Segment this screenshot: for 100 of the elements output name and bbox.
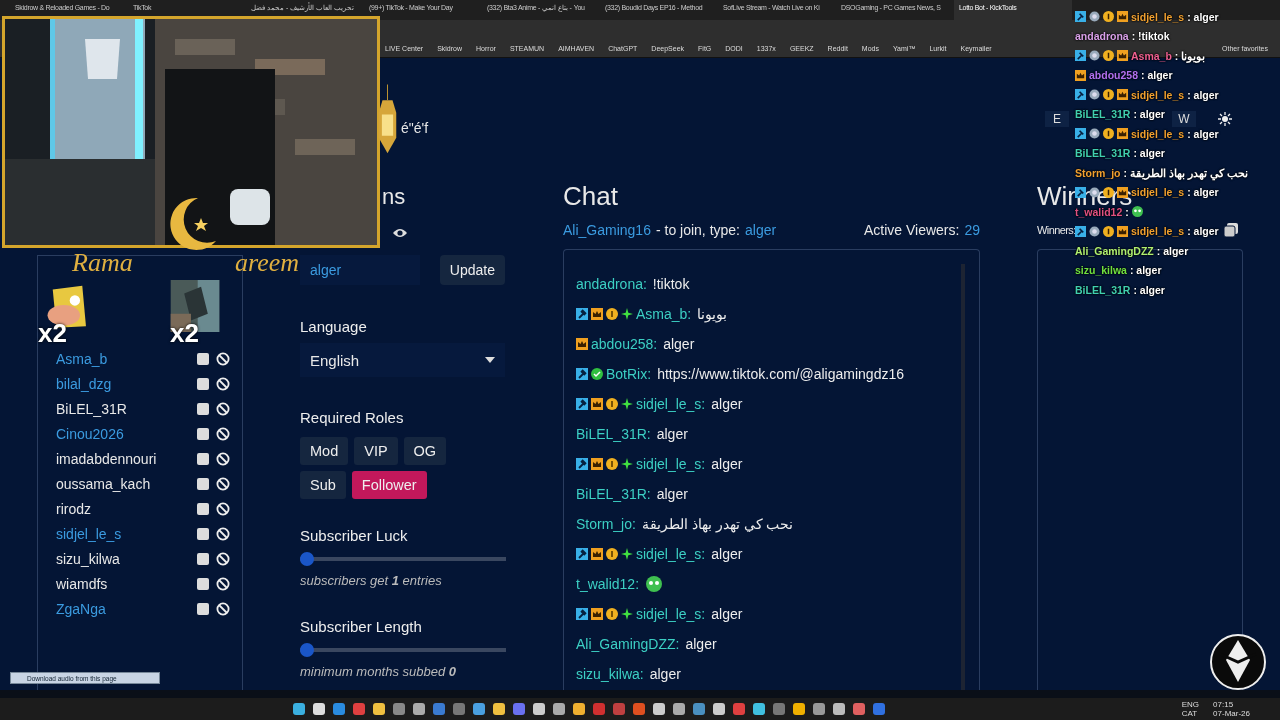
sparkle-icon bbox=[621, 548, 633, 560]
ban-icon[interactable] bbox=[216, 426, 230, 441]
crown-icon bbox=[1117, 128, 1128, 140]
language-select[interactable]: English bbox=[300, 343, 505, 377]
tool-button[interactable]: W bbox=[1172, 111, 1196, 127]
slider-thumb[interactable] bbox=[300, 643, 314, 657]
sun-icon[interactable] bbox=[1218, 112, 1232, 126]
eye-icon[interactable] bbox=[392, 227, 408, 239]
app-icon[interactable] bbox=[473, 703, 485, 715]
ban-icon[interactable] bbox=[216, 351, 230, 366]
crescent-icon bbox=[168, 196, 218, 251]
ban-icon[interactable] bbox=[216, 476, 230, 491]
chat-username: Ali_GamingDZZ: bbox=[576, 636, 680, 652]
remove-icon[interactable] bbox=[197, 377, 209, 390]
remove-icon[interactable] bbox=[197, 352, 209, 365]
app-icon[interactable] bbox=[813, 703, 825, 715]
app-icon[interactable] bbox=[853, 703, 865, 715]
role-toggle[interactable]: Sub bbox=[300, 471, 346, 499]
clock-time[interactable]: 07:15 bbox=[1213, 700, 1250, 709]
app-icon[interactable] bbox=[393, 703, 405, 715]
hammer-icon bbox=[1075, 11, 1086, 23]
clock-date[interactable]: 07-Mar-26 bbox=[1213, 709, 1250, 718]
app-icon[interactable] bbox=[693, 703, 705, 715]
layout-indicator[interactable]: CAT bbox=[1181, 709, 1200, 718]
entrant-name: ZgaNga bbox=[56, 600, 107, 617]
app-icon[interactable] bbox=[533, 703, 545, 715]
app-icon[interactable] bbox=[313, 703, 325, 715]
tool-button[interactable]: E bbox=[1045, 111, 1069, 127]
app-icon[interactable] bbox=[753, 703, 765, 715]
ban-icon[interactable] bbox=[216, 576, 230, 591]
sparkle-icon bbox=[621, 608, 633, 620]
copy-icon[interactable] bbox=[1223, 222, 1239, 238]
field-label: Required Roles bbox=[300, 409, 405, 428]
coin-icon bbox=[606, 308, 618, 320]
chat-message: : بويونا bbox=[1174, 49, 1206, 62]
update-button[interactable]: Update bbox=[439, 255, 505, 285]
crown-icon bbox=[591, 458, 603, 470]
role-toggle[interactable]: VIP bbox=[354, 437, 398, 465]
chat-message: !tiktok bbox=[652, 276, 690, 292]
language-indicator[interactable]: ENG bbox=[1181, 700, 1200, 709]
app-icon[interactable] bbox=[653, 703, 665, 715]
app-icon[interactable] bbox=[413, 703, 425, 715]
crown-icon bbox=[591, 398, 603, 410]
app-icon[interactable] bbox=[373, 703, 385, 715]
chat-username: sidjel_le_s bbox=[1131, 186, 1185, 199]
chat-username: Asma_b: bbox=[636, 306, 692, 322]
entrant-name: wiamdfs bbox=[56, 575, 109, 592]
app-icon[interactable] bbox=[573, 703, 585, 715]
role-toggle[interactable]: Mod bbox=[300, 437, 349, 465]
slider-label: Subscriber Luck bbox=[300, 527, 409, 546]
remove-icon[interactable] bbox=[197, 402, 209, 415]
remove-icon[interactable] bbox=[197, 502, 209, 515]
viewers-label: Active Viewers: bbox=[863, 222, 960, 238]
app-icon[interactable] bbox=[293, 703, 305, 715]
hammer-icon bbox=[1075, 225, 1086, 237]
ban-icon[interactable] bbox=[216, 501, 230, 516]
sparkle-icon bbox=[621, 458, 633, 470]
ban-icon[interactable] bbox=[216, 451, 230, 466]
multiplier-text: x2 bbox=[38, 318, 67, 349]
chat-message: https://www.tiktok.com/@aligamingdz16 bbox=[657, 366, 904, 382]
remove-icon[interactable] bbox=[197, 552, 209, 565]
chat-message: : نحب كي تهدر بهاذ الطريقة bbox=[1123, 166, 1248, 179]
role-toggle[interactable]: Follower bbox=[351, 471, 427, 499]
app-icon[interactable] bbox=[333, 703, 345, 715]
chat-message: : alger bbox=[1187, 88, 1219, 101]
chat-username: sidjel_le_s bbox=[1131, 225, 1185, 238]
remove-icon[interactable] bbox=[197, 577, 209, 590]
remove-icon[interactable] bbox=[197, 602, 209, 615]
app-icon[interactable] bbox=[673, 703, 685, 715]
ban-icon[interactable] bbox=[216, 376, 230, 391]
role-toggle[interactable]: OG bbox=[403, 437, 447, 465]
hammer-icon bbox=[576, 548, 588, 560]
app-icon[interactable] bbox=[793, 703, 805, 715]
flower-icon bbox=[1089, 89, 1100, 101]
chat-message: : alger bbox=[1133, 147, 1165, 160]
verified-icon bbox=[591, 368, 603, 380]
slider-thumb[interactable] bbox=[300, 552, 314, 566]
slider-label: Subscriber Length bbox=[300, 618, 423, 637]
remove-icon[interactable] bbox=[197, 427, 209, 440]
entrant-name: Cinou2026 bbox=[56, 425, 125, 442]
keyword-field[interactable]: alger bbox=[300, 255, 420, 285]
chat-message: نحب كي تهدر بهاذ الطريقة bbox=[641, 516, 794, 532]
ban-icon[interactable] bbox=[216, 526, 230, 541]
greeting-text: areem bbox=[235, 248, 299, 278]
stray-text: é"é'f bbox=[400, 120, 430, 138]
ban-icon[interactable] bbox=[216, 401, 230, 416]
app-icon[interactable] bbox=[713, 703, 725, 715]
remove-icon[interactable] bbox=[197, 477, 209, 490]
app-icon[interactable] bbox=[493, 703, 505, 715]
app-icon[interactable] bbox=[833, 703, 845, 715]
chat-message: : alger bbox=[1187, 127, 1219, 140]
chat-username: BiLEL_31R: bbox=[576, 426, 651, 442]
chat-message: alger bbox=[649, 666, 681, 682]
crown-icon bbox=[1117, 89, 1128, 101]
remove-icon[interactable] bbox=[197, 527, 209, 540]
remove-icon[interactable] bbox=[197, 452, 209, 465]
app-icon[interactable] bbox=[553, 703, 565, 715]
ban-icon[interactable] bbox=[216, 551, 230, 566]
chat-username: sidjel_le_s: bbox=[636, 606, 706, 622]
ban-icon[interactable] bbox=[216, 601, 230, 616]
